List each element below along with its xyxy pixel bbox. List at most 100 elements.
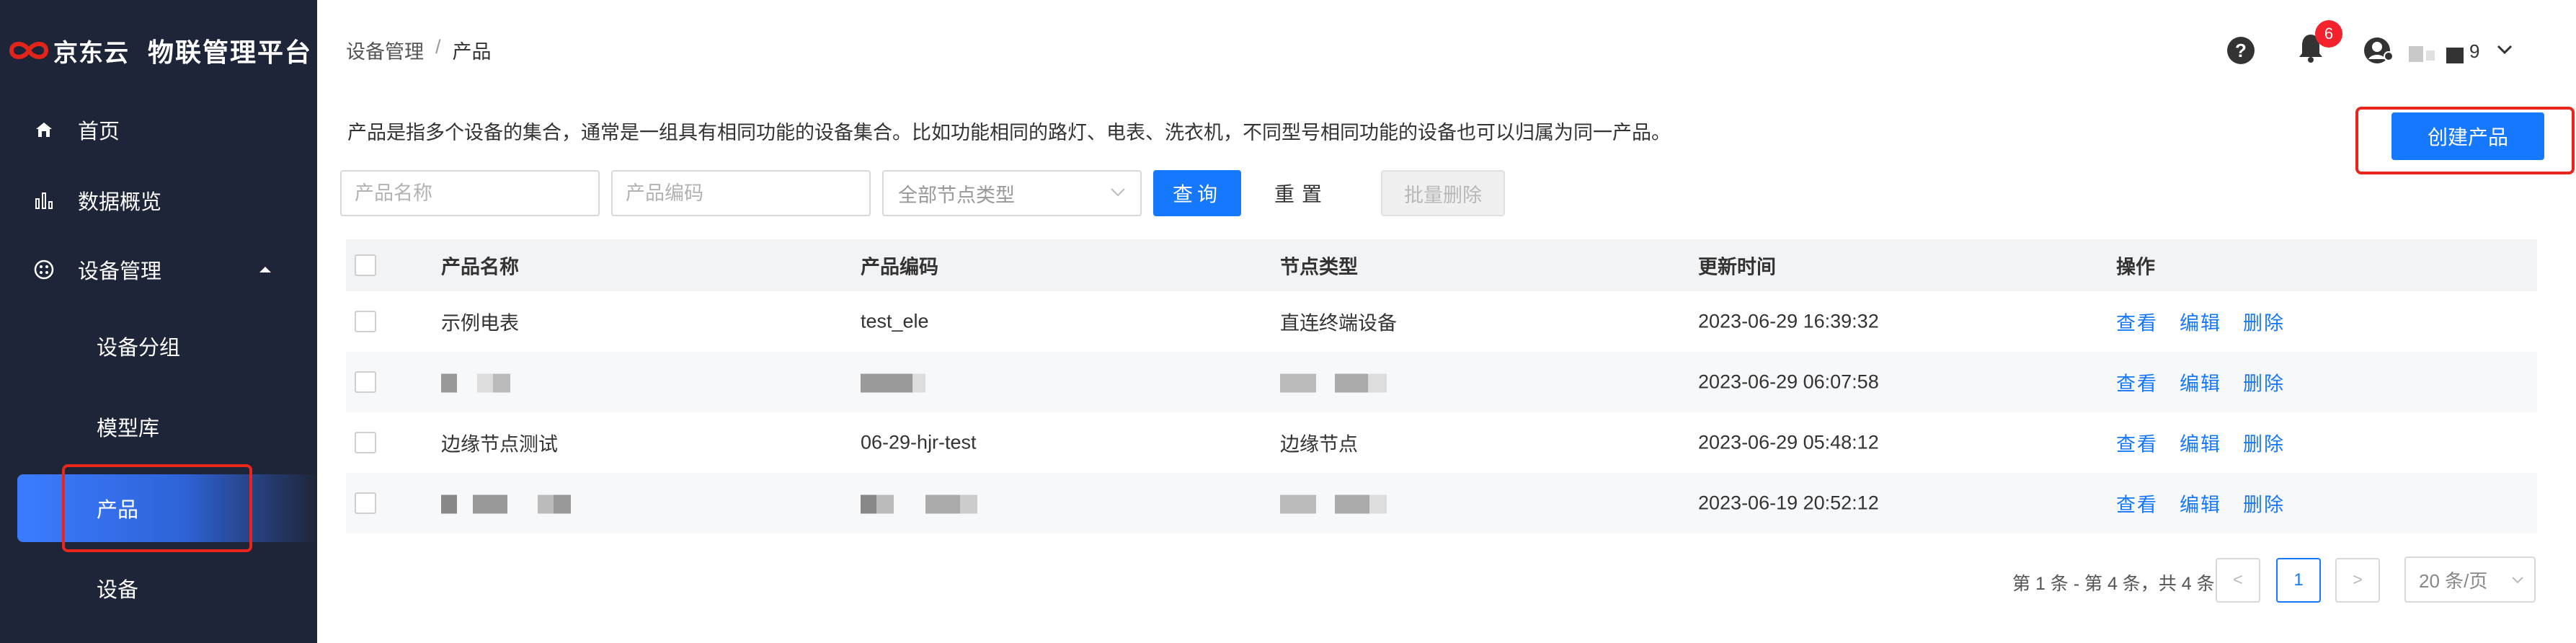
table-header: 产品名称 产品编码 节点类型 更新时间 操作 [346, 239, 2537, 291]
column-header-name: 产品名称 [441, 256, 519, 278]
next-page-button[interactable]: > [2335, 558, 2380, 603]
view-link[interactable]: 查看 [2116, 489, 2158, 518]
sidebar-item-home[interactable]: 首页 [0, 101, 317, 159]
redacted-user-name [2426, 50, 2435, 61]
node-type-select-value: 全部节点类型 [898, 184, 1015, 206]
home-icon [32, 117, 56, 142]
platform-title: 物联管理平台 [148, 37, 313, 67]
page-size-select[interactable]: 20 条/页 [2404, 556, 2536, 603]
row-checkbox[interactable] [355, 371, 376, 393]
sidebar-item-label: 设备管理 [78, 260, 162, 283]
sidebar-item-label: 首页 [78, 120, 120, 143]
product-name: 边缘节点测试 [441, 433, 558, 456]
product-name-redacted [441, 371, 510, 394]
edit-link[interactable]: 编辑 [2180, 429, 2221, 457]
chevron-right-icon: > [2352, 570, 2363, 590]
table-row: 2023-06-29 06:07:58 查看 编辑 删除 [346, 352, 2537, 412]
table-row: 边缘节点测试 06-29-hjr-test 边缘节点 2023-06-29 05… [346, 412, 2537, 473]
batch-delete-button: 批量删除 [1381, 170, 1505, 216]
page-button-current[interactable]: 1 [2276, 558, 2321, 603]
product-code: 06-29-hjr-test [861, 431, 977, 453]
updated-time: 2023-06-29 05:48:12 [1698, 431, 1879, 453]
breadcrumb-item-product: 产品 [452, 41, 492, 63]
query-button[interactable]: 查询 [1153, 170, 1241, 216]
node-type: 直连终端设备 [1280, 312, 1397, 334]
row-checkbox[interactable] [355, 432, 376, 453]
table-row: 示例电表 test_ele 直连终端设备 2023-06-29 16:39:32… [346, 291, 2537, 352]
sidebar-item-label: 模型库 [97, 417, 160, 440]
breadcrumb-separator: / [435, 36, 441, 58]
sidebar-item-device[interactable]: 设备 [0, 559, 317, 617]
breadcrumb-item-device-management[interactable]: 设备管理 [346, 36, 424, 64]
product-description: 产品是指多个设备的集合，通常是一组具有相同功能的设备集合。比如功能相同的路灯、电… [347, 122, 1671, 143]
product-name-redacted [441, 492, 571, 515]
sidebar-item-device-management[interactable]: 设备管理 [0, 241, 317, 298]
delete-link[interactable]: 删除 [2243, 429, 2285, 457]
redacted-user-name [2409, 46, 2423, 62]
node-type-select[interactable]: 全部节点类型 [882, 170, 1142, 216]
breadcrumb: 设备管理 / 产品 [346, 36, 492, 64]
reset-button[interactable]: 重置 [1251, 170, 1352, 216]
help-icon-glyph: ? [2235, 39, 2247, 61]
sidebar-item-label: 设备分组 [97, 337, 181, 360]
page-size-value: 20 条/页 [2419, 569, 2488, 592]
pagination-total: 第 1 条 - 第 4 条，共 4 条 [2012, 574, 2215, 594]
row-actions: 查看 编辑 删除 [2116, 308, 2285, 336]
row-actions: 查看 编辑 删除 [2116, 489, 2285, 518]
sidebar-item-model-library[interactable]: 模型库 [0, 398, 317, 456]
product-code: test_ele [861, 310, 929, 332]
chevron-down-icon [2512, 577, 2523, 584]
edit-link[interactable]: 编辑 [2180, 489, 2221, 518]
view-link[interactable]: 查看 [2116, 429, 2158, 457]
device-manage-icon [32, 257, 56, 282]
product-code-input[interactable] [611, 170, 871, 216]
brand-logo-text: 京东云 [53, 39, 129, 67]
table-row: 2023-06-19 20:52:12 查看 编辑 删除 [346, 473, 2537, 533]
header-actions: ? 6 9 [2227, 20, 2513, 72]
node-type-redacted [1280, 492, 1387, 515]
delete-link[interactable]: 删除 [2243, 489, 2285, 518]
user-name[interactable]: 9 [2469, 40, 2479, 63]
delete-link[interactable]: 删除 [2243, 368, 2285, 396]
column-header-actions: 操作 [2116, 256, 2155, 278]
chevron-down-icon[interactable] [2497, 45, 2513, 55]
bar-chart-icon [32, 188, 56, 213]
updated-time: 2023-06-19 20:52:12 [1698, 492, 1879, 514]
chevron-down-icon [1111, 188, 1125, 197]
user-avatar-icon[interactable] [2363, 35, 2394, 66]
product-code-redacted [861, 492, 977, 515]
redacted-user-name [2446, 48, 2464, 63]
column-header-node-type: 节点类型 [1280, 256, 1358, 278]
sidebar: 京东云 物联管理平台 首页 数据概览 设备管理 设备分组 模型库 产品 设备 [0, 0, 317, 643]
view-link[interactable]: 查看 [2116, 368, 2158, 396]
help-icon[interactable]: ? [2227, 37, 2255, 64]
row-actions: 查看 编辑 删除 [2116, 429, 2285, 457]
edit-link[interactable]: 编辑 [2180, 308, 2221, 336]
row-checkbox[interactable] [355, 492, 376, 514]
delete-link[interactable]: 删除 [2243, 308, 2285, 336]
sidebar-item-device-group[interactable]: 设备分组 [0, 317, 317, 375]
notification-badge: 6 [2315, 20, 2342, 48]
sidebar-item-label: 产品 [97, 499, 139, 522]
collapse-arrow-icon[interactable] [259, 267, 271, 272]
create-product-button[interactable]: 创建产品 [2391, 112, 2544, 160]
column-header-updated: 更新时间 [1698, 256, 1776, 278]
edit-link[interactable]: 编辑 [2180, 368, 2221, 396]
product-name: 示例电表 [441, 312, 519, 334]
prev-page-button[interactable]: < [2216, 558, 2260, 603]
updated-time: 2023-06-29 06:07:58 [1698, 371, 1879, 393]
product-name-input[interactable] [340, 170, 600, 216]
chevron-left-icon: < [2232, 570, 2243, 590]
row-actions: 查看 编辑 删除 [2116, 368, 2285, 396]
row-checkbox[interactable] [355, 311, 376, 332]
sidebar-item-label: 数据概览 [78, 191, 162, 214]
sidebar-item-product[interactable]: 产品 [17, 474, 317, 542]
sidebar-item-data-overview[interactable]: 数据概览 [0, 172, 317, 229]
product-code-redacted [861, 371, 925, 394]
select-all-checkbox[interactable] [355, 254, 376, 276]
brand: 京东云 物联管理平台 [0, 0, 317, 101]
column-header-code: 产品编码 [861, 256, 938, 278]
view-link[interactable]: 查看 [2116, 308, 2158, 336]
node-type-redacted [1280, 371, 1387, 394]
node-type: 边缘节点 [1280, 433, 1358, 456]
